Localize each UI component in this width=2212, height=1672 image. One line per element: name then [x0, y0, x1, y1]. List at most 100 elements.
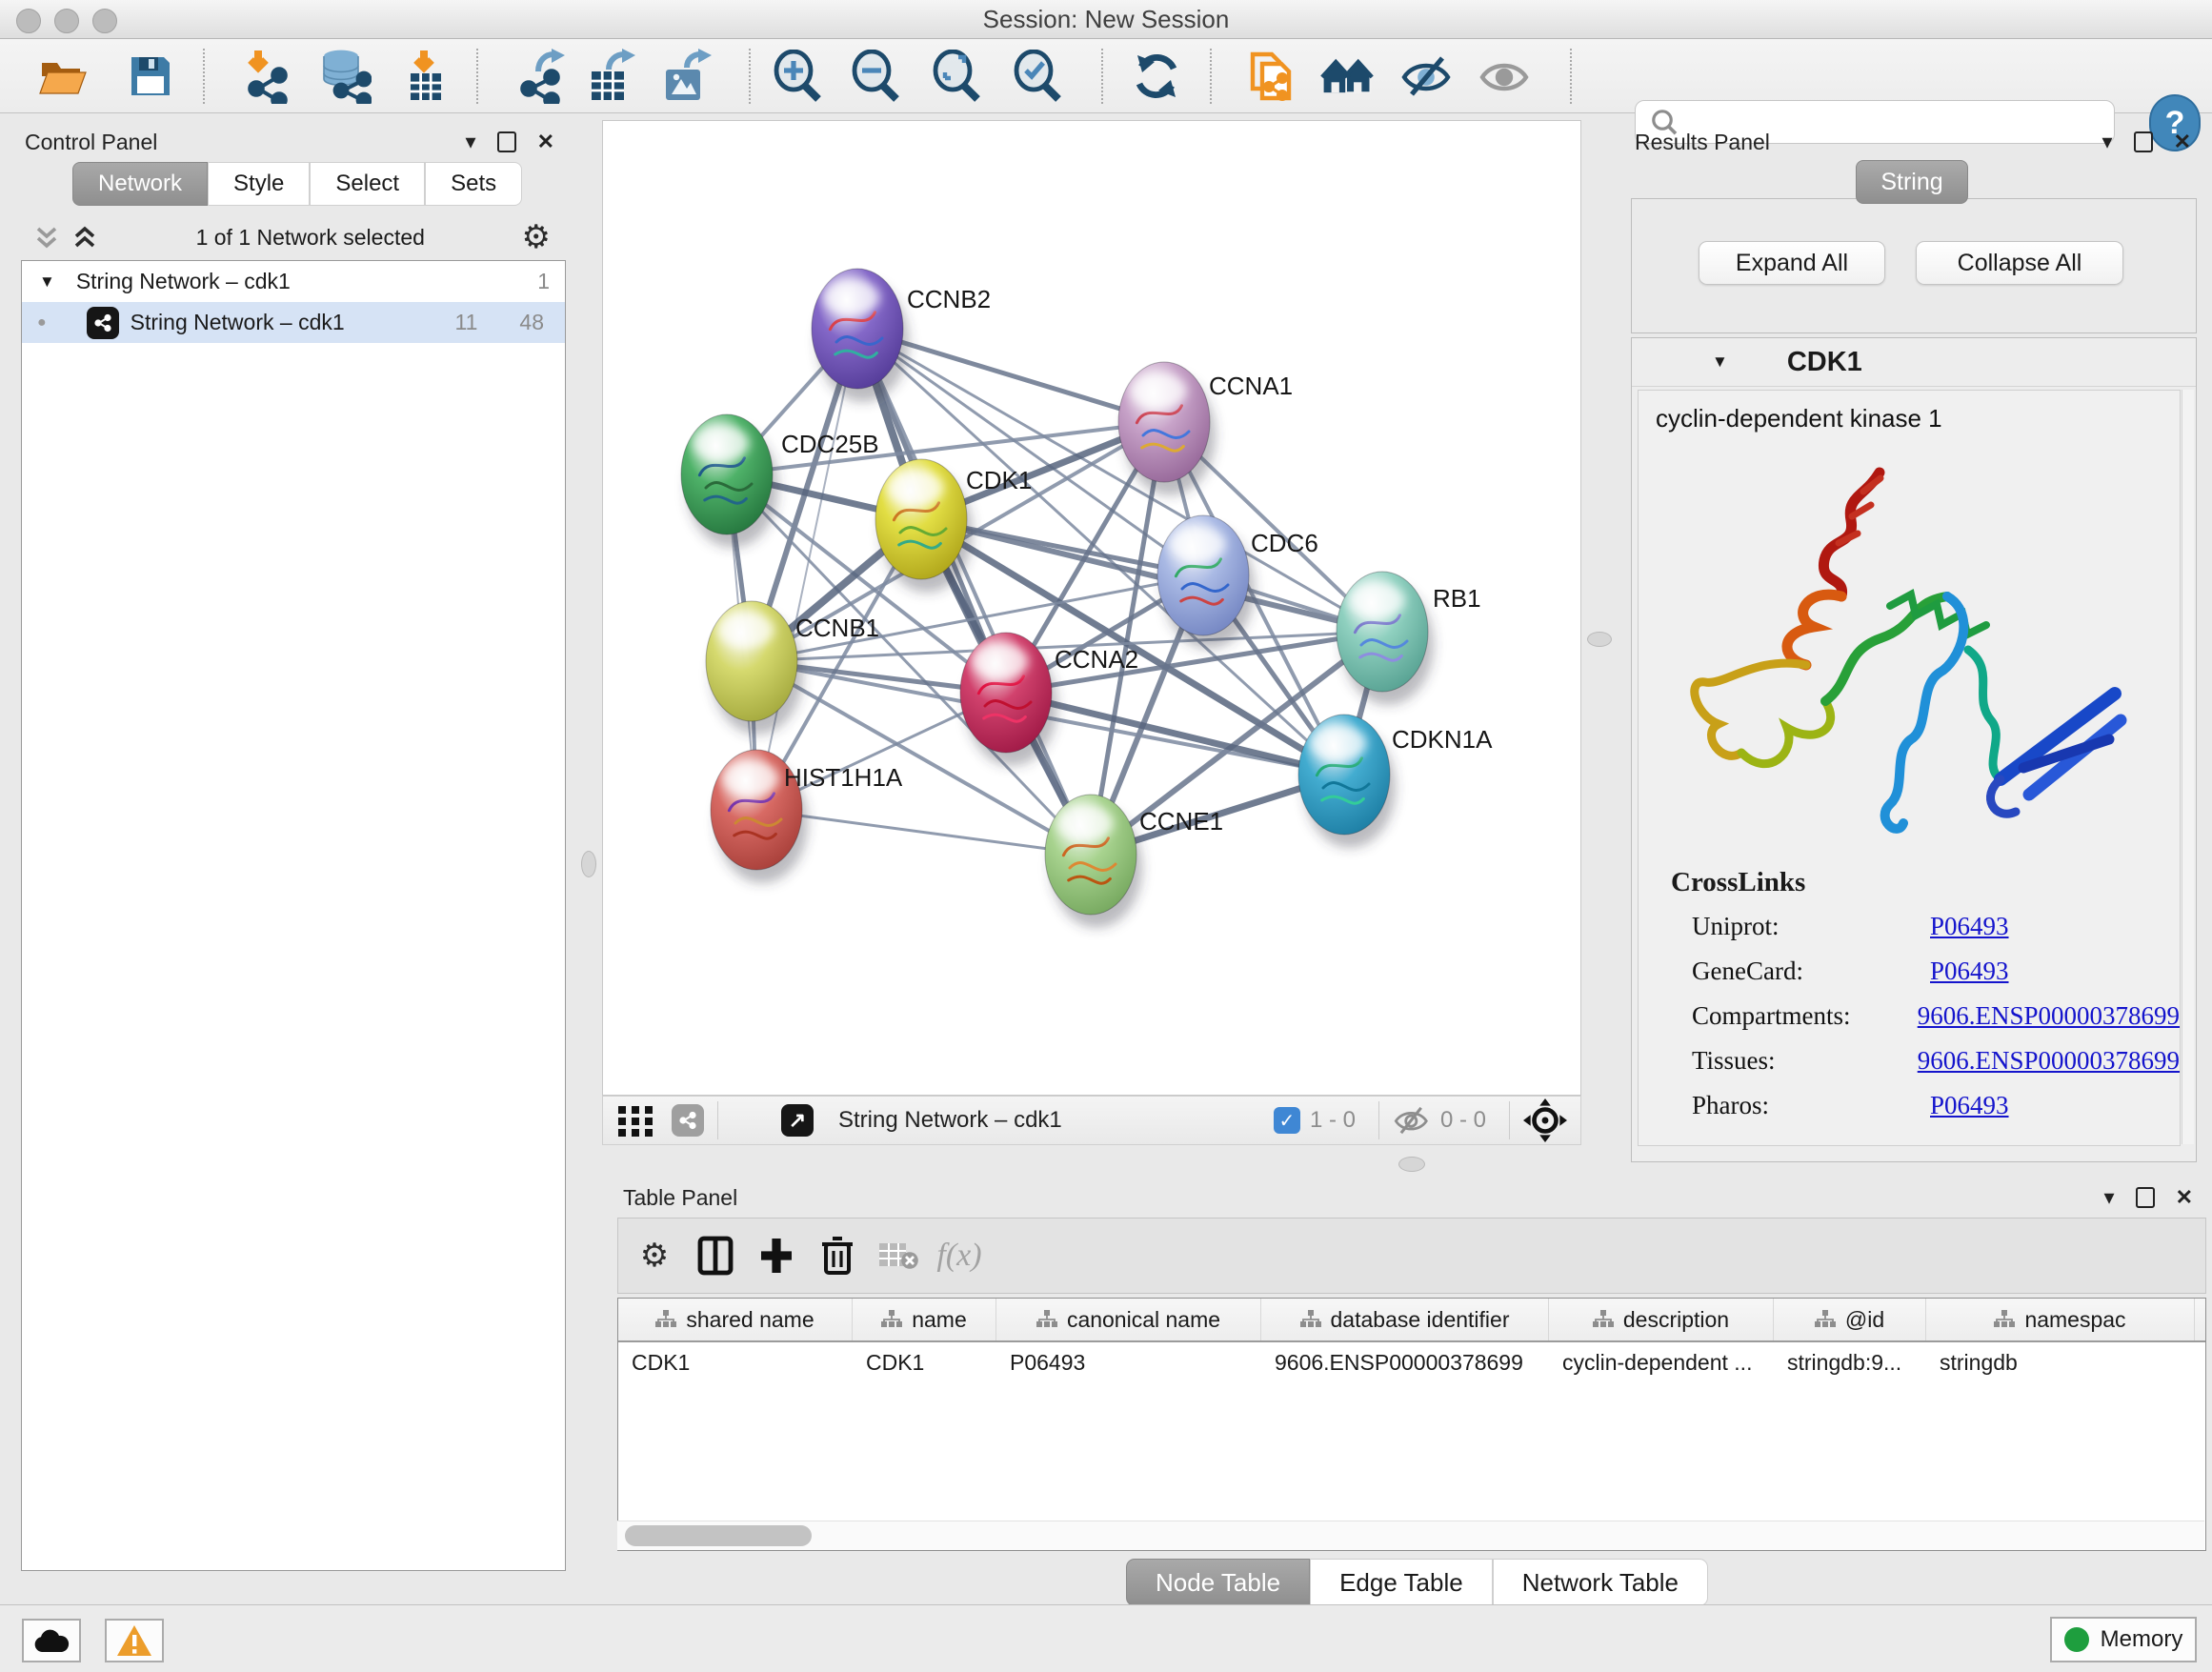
tab-network-table[interactable]: Network Table [1493, 1559, 1708, 1606]
tab-edge-table[interactable]: Edge Table [1310, 1559, 1493, 1606]
import-network-file-button[interactable] [238, 50, 292, 102]
network-node-CCNB1[interactable] [706, 601, 803, 735]
panel-menu-icon[interactable]: ▾ [2102, 130, 2113, 154]
column-header-description[interactable]: description [1549, 1299, 1774, 1340]
tab-string[interactable]: String [1856, 160, 1968, 204]
table-row[interactable]: CDK1CDK1P064939606.ENSP00000378699cyclin… [618, 1342, 2205, 1382]
table-cell[interactable]: stringdb:9... [1774, 1350, 1926, 1376]
birdseye-crosshair-icon[interactable] [1523, 1098, 1567, 1142]
results-scrollbar[interactable] [2182, 390, 2194, 1144]
export-table-button[interactable] [583, 50, 636, 102]
scrollbar-thumb[interactable] [625, 1525, 812, 1546]
apply-layout-button[interactable] [1130, 50, 1183, 102]
import-table-file-button[interactable] [398, 50, 452, 102]
zoom-out-button[interactable] [850, 50, 903, 102]
network-node-CCNA2[interactable] [960, 633, 1057, 766]
warnings-button[interactable] [105, 1619, 164, 1662]
crosslink-link[interactable]: P06493 [1930, 957, 2009, 986]
tab-network[interactable]: Network [72, 162, 208, 206]
detach-view-button[interactable]: ↗ [781, 1104, 814, 1137]
collection-name: String Network – cdk1 [76, 269, 537, 294]
collapse-all-chevrons-icon[interactable] [70, 223, 99, 252]
crosslinks-block: CrossLinks Uniprot: P06493 GeneCard: P06… [1639, 867, 2180, 1128]
table-cell[interactable]: P06493 [996, 1350, 1261, 1376]
panel-menu-icon[interactable]: ▾ [466, 130, 476, 154]
panel-close-icon[interactable]: ✕ [537, 130, 554, 154]
table-cell[interactable]: stringdb [1926, 1350, 2195, 1376]
protein-structure-image [1665, 453, 2151, 863]
show-all-button[interactable] [1478, 50, 1532, 102]
panel-float-icon[interactable] [2136, 1187, 2155, 1208]
expand-all-chevrons-icon[interactable] [32, 223, 61, 252]
delete-column-button[interactable] [807, 1227, 868, 1284]
network-node-CCNE1[interactable] [1045, 795, 1142, 928]
tree-expand-icon[interactable]: ▼ [39, 272, 55, 292]
right-splitter-handle[interactable] [1587, 632, 1612, 647]
export-image-icon [660, 49, 712, 104]
delete-table-button[interactable] [868, 1227, 929, 1284]
column-header-name[interactable]: name [853, 1299, 996, 1340]
selected-checkbox-icon[interactable]: ✓ [1274, 1107, 1300, 1134]
network-node-CCNB2[interactable] [812, 269, 909, 402]
zoom-selected-button[interactable] [1012, 50, 1065, 102]
panel-close-icon[interactable]: ✕ [2176, 1185, 2193, 1210]
table-cell[interactable]: CDK1 [618, 1350, 853, 1376]
export-network-button[interactable] [514, 50, 568, 102]
column-header-namespac[interactable]: namespac [1926, 1299, 2195, 1340]
table-cell[interactable]: CDK1 [853, 1350, 996, 1376]
zoom-in-button[interactable] [772, 50, 825, 102]
create-column-button[interactable] [746, 1227, 807, 1284]
table-horizontal-scrollbar[interactable] [617, 1521, 2204, 1550]
table-cell[interactable]: 9606.ENSP00000378699 [1261, 1350, 1549, 1376]
section-expand-icon[interactable]: ▼ [1712, 353, 1728, 372]
memory-button[interactable]: Memory [2050, 1617, 2197, 1662]
grid-mode-icon[interactable] [616, 1102, 654, 1138]
table-splitter-handle[interactable] [1398, 1157, 1425, 1172]
collapse-all-button[interactable]: Collapse All [1916, 241, 2123, 285]
control-panel-tabs: Network Style Select Sets [72, 162, 522, 206]
network-view-canvas[interactable]: CCNB2CCNA1CDC25BCDK1CDC6RB1CCNB1CCNA2CDK… [602, 120, 1581, 1096]
network-node-RB1[interactable] [1337, 572, 1434, 705]
show-columns-button[interactable] [685, 1227, 746, 1284]
table-options-button[interactable]: ⚙ [624, 1227, 685, 1284]
save-session-button[interactable] [124, 50, 177, 102]
column-header--id[interactable]: @id [1774, 1299, 1926, 1340]
table-cell[interactable]: cyclin-dependent ... [1549, 1350, 1774, 1376]
left-splitter-handle[interactable] [581, 851, 596, 877]
network-node-CDKN1A[interactable] [1298, 715, 1396, 848]
network-node-CDC6[interactable] [1157, 515, 1255, 649]
expand-all-button[interactable]: Expand All [1699, 241, 1885, 285]
import-network-database-button[interactable] [318, 50, 372, 102]
hide-selected-button[interactable] [1400, 50, 1454, 102]
clone-network-button[interactable] [1244, 50, 1297, 102]
network-options-gear-icon[interactable]: ⚙ [522, 221, 551, 253]
export-image-button[interactable] [659, 50, 713, 102]
tab-node-table[interactable]: Node Table [1126, 1559, 1310, 1606]
network-collection-row[interactable]: ▼ String Network – cdk1 1 [22, 261, 565, 302]
zoom-fit-button[interactable] [931, 50, 984, 102]
string-network-graph[interactable]: CCNB2CCNA1CDC25BCDK1CDC6RB1CCNB1CCNA2CDK… [603, 121, 1580, 1095]
function-builder-button[interactable]: f(x) [929, 1227, 990, 1284]
open-session-button[interactable] [36, 50, 90, 102]
column-header-database-identifier[interactable]: database identifier [1261, 1299, 1549, 1340]
tab-select[interactable]: Select [310, 162, 425, 206]
network-row[interactable]: ● String Network – cdk1 11 48 [22, 302, 565, 343]
crosslink-link[interactable]: P06493 [1930, 1091, 2009, 1120]
crosslink-link[interactable]: P06493 [1930, 912, 2009, 941]
cloud-status-button[interactable] [22, 1619, 81, 1662]
hidden-eye-icon[interactable] [1393, 1105, 1431, 1136]
panel-menu-icon[interactable]: ▾ [2104, 1185, 2115, 1210]
panel-float-icon[interactable] [2134, 131, 2153, 152]
panel-close-icon[interactable]: ✕ [2174, 130, 2191, 154]
network-edge[interactable] [756, 329, 857, 810]
crosslink-link[interactable]: 9606.ENSP00000378699 [1918, 1046, 2180, 1076]
tab-sets[interactable]: Sets [425, 162, 522, 206]
results-section-header[interactable]: ▼ CDK1 [1632, 338, 2196, 387]
copy-documents-icon [1247, 49, 1295, 104]
crosslink-link[interactable]: 9606.ENSP00000378699 [1918, 1001, 2180, 1031]
column-header-shared-name[interactable]: shared name [618, 1299, 853, 1340]
first-neighbors-button[interactable] [1320, 50, 1374, 102]
column-header-canonical-name[interactable]: canonical name [996, 1299, 1261, 1340]
tab-style[interactable]: Style [208, 162, 310, 206]
panel-float-icon[interactable] [497, 131, 516, 152]
